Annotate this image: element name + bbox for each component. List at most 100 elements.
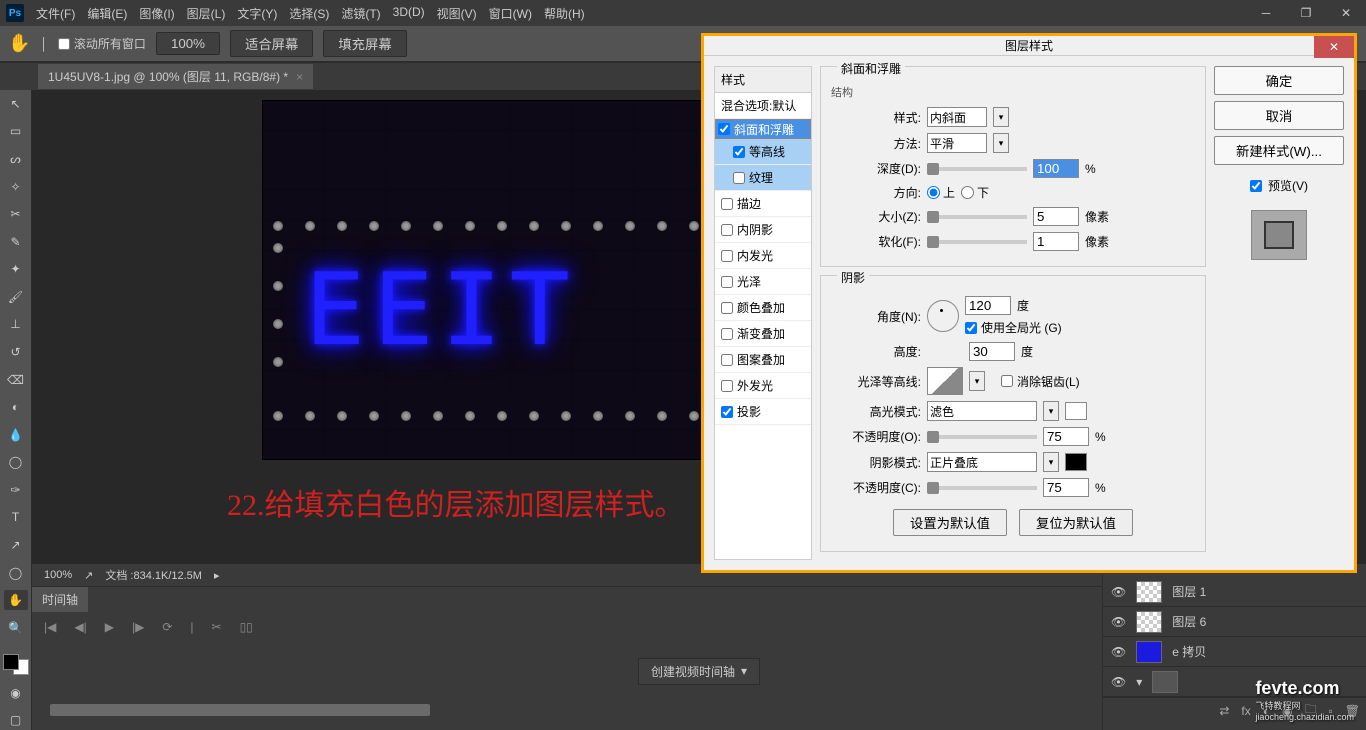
highlight-color-swatch[interactable] (1065, 402, 1087, 420)
style-inner-shadow[interactable]: 内阴影 (715, 217, 811, 243)
timeline-tab[interactable]: 时间轴 (32, 587, 88, 612)
shape-tool[interactable]: ◯ (4, 563, 28, 583)
cancel-button[interactable]: 取消 (1214, 101, 1344, 130)
style-blend-options[interactable]: 混合选项:默认 (715, 93, 811, 119)
pattern-overlay-checkbox[interactable] (721, 354, 733, 366)
direction-up-radio[interactable] (927, 186, 940, 199)
wand-tool[interactable]: ✧ (4, 177, 28, 197)
set-default-button[interactable]: 设置为默认值 (893, 509, 1007, 536)
angle-input[interactable] (965, 296, 1011, 315)
color-swatches[interactable] (3, 654, 29, 675)
heal-tool[interactable]: ✦ (4, 259, 28, 279)
timeline-loop-icon[interactable]: ⟳ (162, 620, 172, 634)
folder-toggle-icon[interactable]: ▾ (1136, 675, 1142, 689)
marquee-tool[interactable]: ▭ (4, 122, 28, 142)
style-select[interactable]: 内斜面 (927, 107, 987, 127)
eraser-tool[interactable]: ⌫ (4, 370, 28, 390)
direction-down-radio[interactable] (961, 186, 974, 199)
soften-input[interactable] (1033, 232, 1079, 251)
stroke-checkbox[interactable] (721, 198, 733, 210)
style-color-overlay[interactable]: 颜色叠加 (715, 295, 811, 321)
highlight-arrow-icon[interactable]: ▾ (1043, 401, 1059, 421)
style-texture[interactable]: 纹理 (715, 165, 811, 191)
eyedropper-tool[interactable]: ✎ (4, 232, 28, 252)
visibility-icon[interactable]: 👁 (1111, 585, 1126, 599)
contour-checkbox[interactable] (733, 146, 745, 158)
outer-glow-checkbox[interactable] (721, 380, 733, 392)
move-tool[interactable]: ↖ (4, 94, 28, 114)
anti-alias-checkbox[interactable] (1001, 375, 1013, 387)
timeline-play-icon[interactable]: ▶ (105, 620, 114, 634)
hand-tool[interactable]: ✋ (4, 590, 28, 610)
satin-checkbox[interactable] (721, 276, 733, 288)
style-stroke[interactable]: 描边 (715, 191, 811, 217)
gloss-contour-picker[interactable] (927, 367, 963, 395)
global-light-checkbox[interactable] (965, 322, 977, 334)
foreground-color-swatch[interactable] (3, 654, 19, 670)
blur-tool[interactable]: 💧 (4, 425, 28, 445)
menu-view[interactable]: 视图(V) (437, 5, 477, 22)
texture-checkbox[interactable] (733, 172, 745, 184)
zoom-level-button[interactable]: 100% (156, 32, 220, 55)
angle-dial[interactable] (927, 300, 959, 332)
shadow-opacity-slider[interactable] (927, 486, 1037, 490)
method-select[interactable]: 平滑 (927, 133, 987, 153)
status-zoom[interactable]: 100% (44, 569, 72, 581)
menu-select[interactable]: 选择(S) (289, 5, 329, 22)
shadow-mode-select[interactable]: 正片叠底 (927, 452, 1037, 472)
highlight-opacity-slider[interactable] (927, 435, 1037, 439)
status-chevron-icon[interactable]: ▸ (214, 569, 220, 582)
maximize-button[interactable]: ❐ (1286, 0, 1326, 26)
menu-edit[interactable]: 编辑(E) (87, 5, 127, 22)
style-bevel[interactable]: 斜面和浮雕 (715, 119, 811, 139)
minimize-button[interactable]: ─ (1246, 0, 1286, 26)
timeline-first-icon[interactable]: |◀ (44, 620, 56, 634)
style-select-arrow-icon[interactable]: ▾ (993, 107, 1009, 127)
reset-default-button[interactable]: 复位为默认值 (1019, 509, 1133, 536)
style-list-header[interactable]: 样式 (715, 67, 811, 93)
timeline-split-icon[interactable]: ▯▯ (240, 620, 253, 634)
menu-window[interactable]: 窗口(W) (489, 5, 532, 22)
ok-button[interactable]: 确定 (1214, 66, 1344, 95)
style-pattern-overlay[interactable]: 图案叠加 (715, 347, 811, 373)
style-outer-glow[interactable]: 外发光 (715, 373, 811, 399)
stamp-tool[interactable]: ⊥ (4, 315, 28, 335)
size-slider[interactable] (927, 215, 1027, 219)
gloss-arrow-icon[interactable]: ▾ (969, 371, 985, 391)
gradient-overlay-checkbox[interactable] (721, 328, 733, 340)
crop-tool[interactable]: ✂ (4, 204, 28, 224)
menu-filter[interactable]: 滤镜(T) (341, 5, 380, 22)
create-video-timeline-button[interactable]: 创建视频时间轴 ▾ (638, 658, 760, 685)
dodge-tool[interactable]: ◯ (4, 453, 28, 473)
highlight-opacity-input[interactable] (1043, 427, 1089, 446)
menu-image[interactable]: 图像(I) (139, 5, 174, 22)
menu-layer[interactable]: 图层(L) (187, 5, 226, 22)
brush-tool[interactable]: 🖌 (4, 287, 28, 307)
method-select-arrow-icon[interactable]: ▾ (993, 133, 1009, 153)
fx-icon[interactable]: fx (1241, 704, 1250, 718)
close-button[interactable]: ✕ (1326, 0, 1366, 26)
style-gradient-overlay[interactable]: 渐变叠加 (715, 321, 811, 347)
style-satin[interactable]: 光泽 (715, 269, 811, 295)
new-style-button[interactable]: 新建样式(W)... (1214, 136, 1344, 165)
link-layers-icon[interactable]: ⇄ (1219, 704, 1229, 718)
altitude-input[interactable] (969, 342, 1015, 361)
zoom-tool[interactable]: 🔍 (4, 618, 28, 638)
fit-screen-button[interactable]: 适合屏幕 (230, 30, 313, 57)
timeline-next-icon[interactable]: |▶ (132, 620, 144, 634)
quickmask-tool[interactable]: ◉ (4, 683, 28, 703)
depth-slider[interactable] (927, 167, 1027, 171)
visibility-icon[interactable]: 👁 (1111, 645, 1126, 659)
fill-screen-button[interactable]: 填充屏幕 (323, 30, 406, 57)
visibility-icon[interactable]: 👁 (1111, 615, 1126, 629)
timeline-prev-icon[interactable]: ◀| (74, 620, 86, 634)
dialog-close-button[interactable]: ✕ (1314, 36, 1354, 58)
inner-shadow-checkbox[interactable] (721, 224, 733, 236)
gradient-tool[interactable]: ◐ (4, 397, 28, 417)
style-inner-glow[interactable]: 内发光 (715, 243, 811, 269)
share-icon[interactable]: ↗ (84, 569, 93, 582)
style-contour[interactable]: 等高线 (715, 139, 811, 165)
scroll-all-checkbox[interactable] (58, 38, 70, 50)
layer-row[interactable]: 👁 图层 6 (1103, 607, 1366, 637)
shadow-opacity-input[interactable] (1043, 478, 1089, 497)
